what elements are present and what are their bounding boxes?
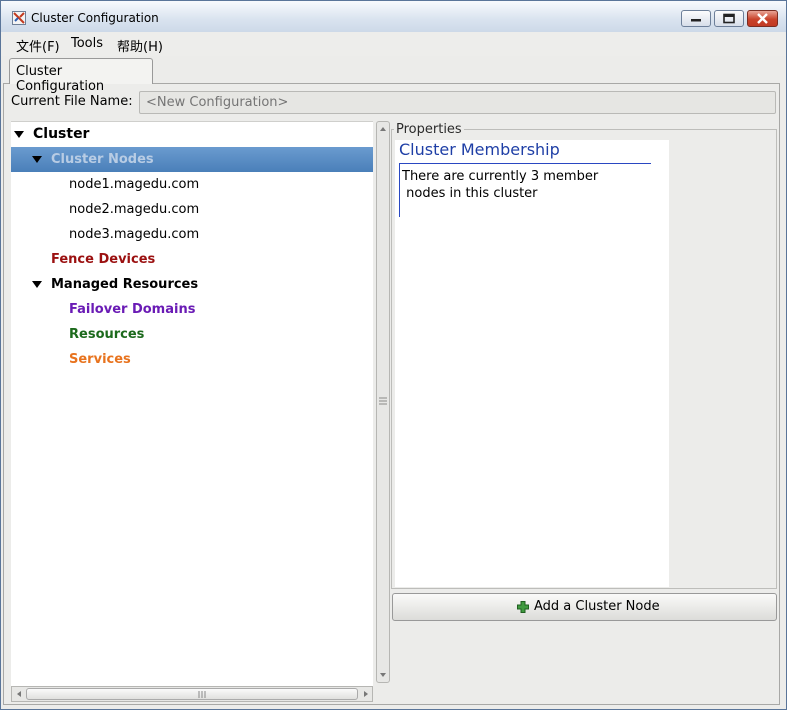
expander-icon[interactable] [32,281,42,288]
maximize-icon [723,13,735,24]
tab-label: Cluster Configuration [16,64,105,94]
scroll-left-icon[interactable] [14,689,24,699]
cluster-tree[interactable]: Cluster Cluster Nodes node1.magedu.com n… [11,121,373,688]
app-icon [12,11,26,25]
scrollbar-thumb[interactable] [26,688,358,700]
add-cluster-node-button[interactable]: Add a Cluster Node [392,593,777,621]
tree-item-resources[interactable]: Resources [69,327,144,342]
file-name-input[interactable] [139,91,776,114]
close-icon [757,13,768,24]
heading-underline [399,163,651,164]
add-icon [517,601,529,613]
menu-file[interactable]: 文件(F) [16,36,60,55]
pane-splitter-scrollbar[interactable] [376,121,390,683]
tree-item-cluster-nodes[interactable]: Cluster Nodes [51,152,154,167]
tree-horizontal-scrollbar[interactable] [11,686,373,702]
tree-item-failover-domains[interactable]: Failover Domains [69,302,195,317]
scroll-right-icon[interactable] [361,689,371,699]
tree-item-node2[interactable]: node2.magedu.com [69,202,199,217]
membership-description: There are currently 3 member nodes in th… [402,169,599,201]
tree-item-services[interactable]: Services [69,352,131,367]
cluster-configuration-window: Cluster Configuration 文件(F) Tools 帮助(H) … [0,0,787,710]
tree-item-node1[interactable]: node1.magedu.com [69,177,199,192]
heading-side-line [399,163,400,217]
scroll-down-icon[interactable] [378,670,388,680]
menu-bar: 文件(F) Tools 帮助(H) [1,32,786,56]
file-name-label: Current File Name: [11,94,133,109]
menu-help[interactable]: 帮助(H) [117,36,163,55]
grip-icon [379,397,387,405]
close-button[interactable] [747,10,778,27]
minimize-button[interactable] [681,10,711,27]
expander-icon[interactable] [14,131,24,138]
maximize-button[interactable] [714,10,744,27]
properties-content [395,140,669,587]
tree-item-fence-devices[interactable]: Fence Devices [51,252,155,267]
cluster-membership-heading: Cluster Membership [399,140,560,159]
tree-item-node3[interactable]: node3.magedu.com [69,227,199,242]
tree-item-managed-resources[interactable]: Managed Resources [51,277,198,292]
scroll-up-icon[interactable] [378,124,388,134]
title-bar[interactable]: Cluster Configuration [1,1,786,33]
minimize-icon [691,19,701,22]
tab-cluster-configuration[interactable]: Cluster Configuration [9,58,153,94]
properties-label: Properties [394,122,464,137]
window-title: Cluster Configuration [31,11,159,25]
grip-icon [198,691,206,698]
add-cluster-node-label: Add a Cluster Node [534,599,660,614]
expander-icon[interactable] [32,156,42,163]
tree-item-cluster[interactable]: Cluster [33,126,89,142]
menu-tools[interactable]: Tools [71,36,103,51]
